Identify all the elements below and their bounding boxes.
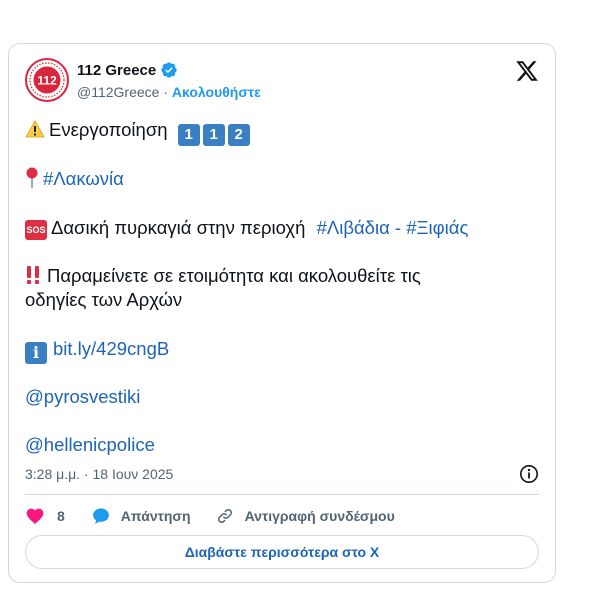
account-name[interactable]: 112 Greece — [77, 62, 156, 79]
sos-badge-icon: SOS — [25, 220, 47, 240]
mention-pyrosvestiki[interactable]: @pyrosvestiki — [25, 386, 140, 407]
divider — [25, 494, 539, 495]
account-handle[interactable]: @112Greece — [77, 84, 159, 100]
tweet-line-fire: SOS Δασική πυρκαγιά στην περιοχή #Λιβάδια… — [25, 216, 468, 240]
read-more-button[interactable]: Διαβάστε περισσότερα στο X — [25, 535, 539, 569]
info-icon[interactable] — [519, 464, 539, 484]
activation-text: Ενεργοποίηση — [49, 119, 168, 140]
avatar-text: 112 — [37, 74, 57, 88]
tweet-timestamp[interactable]: 3:28 μ.μ. · 18 Ιουν 2025 — [25, 466, 173, 482]
follow-link[interactable]: Ακολουθήστε — [172, 84, 261, 100]
warning-icon — [25, 120, 45, 138]
action-bar: 8 Απάντηση Αντιγραφή συνδέσμου — [25, 506, 395, 526]
account-name-row: 112 Greece — [77, 61, 178, 79]
short-link[interactable]: bit.ly/429cngB — [53, 338, 169, 359]
hashtag-separator: - — [389, 217, 407, 238]
reply-button[interactable]: Απάντηση — [91, 506, 191, 526]
like-count: 8 — [57, 508, 65, 524]
warning-text-a: Παραμείνετε σε ετοιμότητα και ακολουθείτ… — [47, 265, 421, 286]
verified-badge-icon — [161, 62, 177, 78]
round-pushpin-icon — [26, 167, 38, 188]
hashtag-xifias[interactable]: #Ξιφιάς — [406, 217, 468, 238]
tweet-line-activation: Ενεργοποίηση 112 — [25, 118, 253, 146]
tweet-line-link: i bit.ly/429cngB — [25, 337, 169, 364]
copy-link-button[interactable]: Αντιγραφή συνδέσμου — [215, 506, 395, 526]
hashtag-livadia[interactable]: #Λιβάδια — [317, 217, 390, 238]
mention-hellenicpolice[interactable]: @hellenicpolice — [25, 434, 155, 455]
tweet-line-warning-b: οδηγίες των Αρχών — [25, 288, 182, 312]
fire-text: Δασική πυρκαγιά στην περιοχή — [51, 217, 306, 238]
copy-link-label: Αντιγραφή συνδέσμου — [244, 508, 395, 524]
tweet-line-mention2: @hellenicpolice — [25, 433, 155, 457]
reply-label: Απάντηση — [120, 508, 191, 524]
warning-text-b: οδηγίες των Αρχών — [25, 289, 183, 310]
double-exclamation-icon — [27, 266, 39, 284]
like-button[interactable]: 8 — [25, 506, 65, 526]
embedded-tweet-card: 112 112 Greece @112Greece · Ακολουθήστε … — [8, 43, 556, 583]
handle-row: @112Greece · Ακολουθήστε — [77, 84, 261, 100]
avatar[interactable]: 112 — [25, 58, 69, 102]
x-logo-icon[interactable] — [515, 59, 539, 83]
information-icon: i — [25, 342, 47, 364]
keycap-digit-2: 2 — [227, 124, 250, 146]
tweet-line-location: #Λακωνία — [25, 167, 124, 191]
tweet-line-mention1: @pyrosvestiki — [25, 385, 140, 409]
keycap-digit-1: 1 — [177, 124, 200, 146]
keycap-digit-1b: 1 — [202, 124, 225, 146]
heart-icon — [26, 508, 44, 524]
link-chain-icon — [217, 508, 232, 524]
tweet-line-warning-a: Παραμείνετε σε ετοιμότητα και ακολουθείτ… — [25, 264, 421, 288]
handle-separator: · — [159, 84, 172, 100]
hashtag-lakonia[interactable]: #Λακωνία — [43, 168, 124, 189]
reply-bubble-icon — [92, 508, 109, 524]
